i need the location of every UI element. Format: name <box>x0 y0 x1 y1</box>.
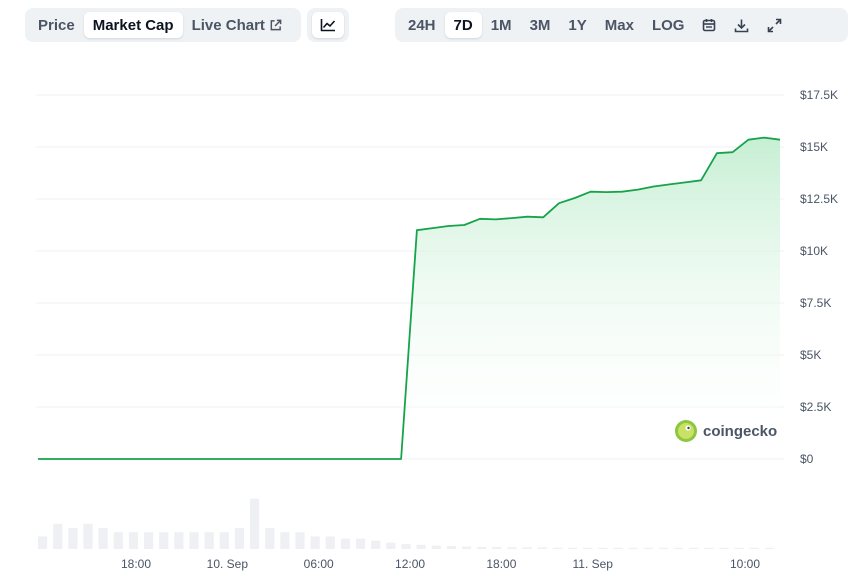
volume-bar <box>174 532 184 549</box>
y-tick-label: $15K <box>800 140 828 154</box>
volume-bar <box>522 547 532 549</box>
volume-bar <box>295 532 305 549</box>
volume-bar <box>189 532 199 549</box>
watermark-text: coingecko <box>703 423 777 440</box>
volume-bar <box>643 547 653 549</box>
volume-bar <box>98 528 108 549</box>
volume-bar <box>159 532 169 549</box>
volume-bar <box>689 547 699 549</box>
volume-bar <box>552 547 562 549</box>
market-cap-area <box>38 137 780 459</box>
y-tick-label: $17.5K <box>800 88 838 102</box>
volume-bar <box>310 536 320 549</box>
volume-bar <box>583 547 593 549</box>
volume-bar <box>128 532 138 549</box>
volume-bar <box>265 528 275 549</box>
volume-bar <box>598 547 608 549</box>
volume-bar <box>446 546 456 549</box>
x-tick-label: 10:00 <box>730 557 760 571</box>
volume-bar <box>613 547 623 549</box>
volume-bar <box>325 536 335 549</box>
volume-bar <box>356 538 366 549</box>
volume-bar <box>386 542 396 549</box>
volume-bar <box>83 523 93 549</box>
volume-bar <box>628 547 638 549</box>
y-tick-label: $2.5K <box>800 400 831 414</box>
volume-bar <box>219 532 229 549</box>
volume-bar <box>401 543 411 549</box>
volume-bar <box>704 547 714 549</box>
x-tick-label: 18:00 <box>121 557 151 571</box>
volume-bar <box>416 544 426 549</box>
y-tick-label: $5K <box>800 348 821 362</box>
volume-bar <box>658 547 668 549</box>
y-tick-label: $0 <box>800 452 814 466</box>
volume-bar <box>537 547 547 549</box>
volume-bar <box>462 546 472 549</box>
volume-bar <box>53 523 63 549</box>
coingecko-watermark: coingecko <box>675 420 777 442</box>
x-tick-label: 18:00 <box>486 557 516 571</box>
x-tick-label: 10. Sep <box>207 557 249 571</box>
volume-bar <box>144 532 154 549</box>
volume-bar <box>764 547 774 549</box>
market-cap-chart[interactable]: $0 $2.5K $5K $7.5K $10K $12.5K $15K $17.5K 18:0… <box>0 0 868 575</box>
volume-bar <box>38 536 48 549</box>
volume-bar <box>204 532 214 549</box>
volume-bar <box>734 547 744 549</box>
volume-bar <box>492 546 502 549</box>
volume-bar <box>68 528 78 549</box>
x-tick-label: 06:00 <box>304 557 334 571</box>
x-tick-label: 12:00 <box>395 557 425 571</box>
y-tick-label: $12.5K <box>800 192 838 206</box>
volume-bars <box>38 498 774 549</box>
x-axis-labels: 18:00 10. Sep 06:00 12:00 18:00 11. Sep 10:00 <box>121 557 760 571</box>
coingecko-logo-icon <box>675 420 697 442</box>
volume-bar <box>250 498 260 549</box>
volume-bar <box>749 547 759 549</box>
volume-bar <box>477 546 487 549</box>
y-tick-label: $10K <box>800 244 828 258</box>
volume-bar <box>371 540 381 549</box>
x-tick-label: 11. Sep <box>573 557 614 571</box>
volume-bar <box>340 538 350 549</box>
volume-bar <box>431 545 441 549</box>
volume-bar <box>507 547 517 549</box>
y-tick-label: $7.5K <box>800 296 831 310</box>
y-axis-labels: $0 $2.5K $5K $7.5K $10K $12.5K $15K $17.5K <box>800 88 838 466</box>
volume-bar <box>719 547 729 549</box>
volume-bar <box>280 532 290 549</box>
volume-bar <box>234 528 244 549</box>
volume-bar <box>568 547 578 549</box>
volume-bar <box>113 532 123 549</box>
volume-bar <box>674 547 684 549</box>
